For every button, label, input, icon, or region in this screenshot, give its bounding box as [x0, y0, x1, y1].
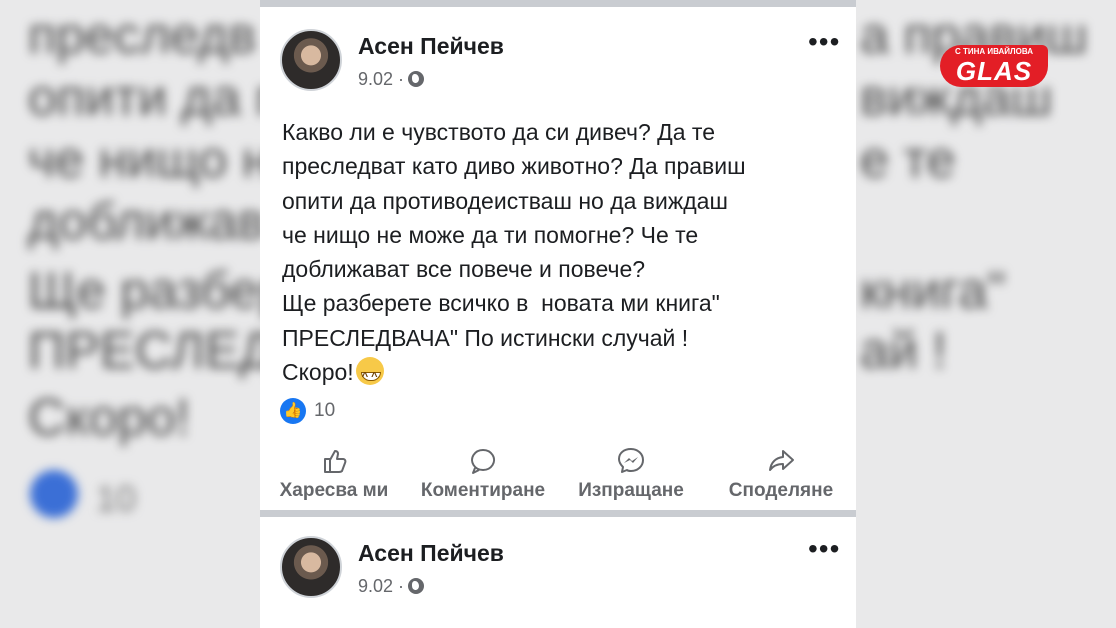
comment-button[interactable]: Коментиране: [410, 446, 556, 502]
bg-text-line: Ще разбер: [28, 262, 288, 320]
post-date[interactable]: 9.02 ·: [358, 69, 404, 89]
send-label: Изпращане: [578, 480, 684, 501]
more-options-icon[interactable]: •••: [808, 533, 840, 565]
post-meta: 9.02 ·: [358, 69, 425, 90]
like-reaction-icon: 👍: [280, 398, 306, 424]
comment-label: Коментиране: [420, 480, 546, 501]
post-actions: Харесва ми Коментиране Изпращане Споделя…: [260, 446, 856, 506]
bg-like-icon: [30, 470, 78, 518]
like-label: Харесва ми: [279, 480, 389, 501]
bg-text-line: ПРЕСЛЕД: [28, 322, 275, 380]
logo-text: GLAS: [955, 56, 1033, 86]
messenger-icon: [618, 448, 644, 473]
grinning-face-icon: [355, 357, 384, 394]
globe-icon: [408, 578, 425, 594]
post-text: Какво ли е чувството да си дивеч? Да те …: [282, 115, 842, 394]
avatar[interactable]: [280, 536, 342, 598]
bg-text-line: е те: [860, 131, 956, 189]
post-date[interactable]: 9.02 ·: [358, 576, 404, 596]
globe-icon: [408, 71, 425, 87]
share-label: Споделяне: [728, 480, 834, 501]
like-button[interactable]: Харесва ми: [274, 446, 394, 502]
share-button[interactable]: Споделяне: [714, 446, 848, 502]
glas-logo: С ТИНА ИВАЙЛОВА GLAS: [940, 45, 1048, 87]
reaction-count: 10: [314, 400, 336, 421]
bg-text-line: преследв: [28, 7, 257, 65]
share-icon: [769, 450, 794, 471]
comment-icon: [471, 449, 496, 474]
post-divider: [260, 510, 856, 517]
bg-text-line: Скоро!: [28, 389, 191, 447]
post-body: Какво ли е чувството да си дивеч? Да те …: [282, 119, 746, 386]
bg-like-count: 10: [96, 478, 137, 519]
bg-text-line: доближав: [28, 193, 266, 251]
logo-subtitle: С ТИНА ИВАЙЛОВА: [954, 47, 1034, 56]
send-button[interactable]: Изпращане: [566, 446, 696, 502]
more-options-icon[interactable]: •••: [808, 26, 840, 58]
bg-text-line: ай !: [860, 322, 947, 380]
post-meta: 9.02 ·: [358, 576, 425, 597]
bg-text-line: че нищо н: [28, 131, 271, 189]
author-name[interactable]: Асен Пейчев: [358, 540, 504, 567]
bg-text-line: опити да п: [28, 69, 284, 127]
author-name[interactable]: Асен Пейчев: [358, 33, 504, 60]
facebook-feed-screenshot: Асен Пейчев 9.02 · ••• Какво ли е чувств…: [260, 0, 856, 628]
thumbs-up-icon: [324, 450, 347, 473]
bg-text-line: книга": [860, 262, 1006, 320]
post-divider: [260, 0, 856, 7]
avatar[interactable]: [280, 29, 342, 91]
